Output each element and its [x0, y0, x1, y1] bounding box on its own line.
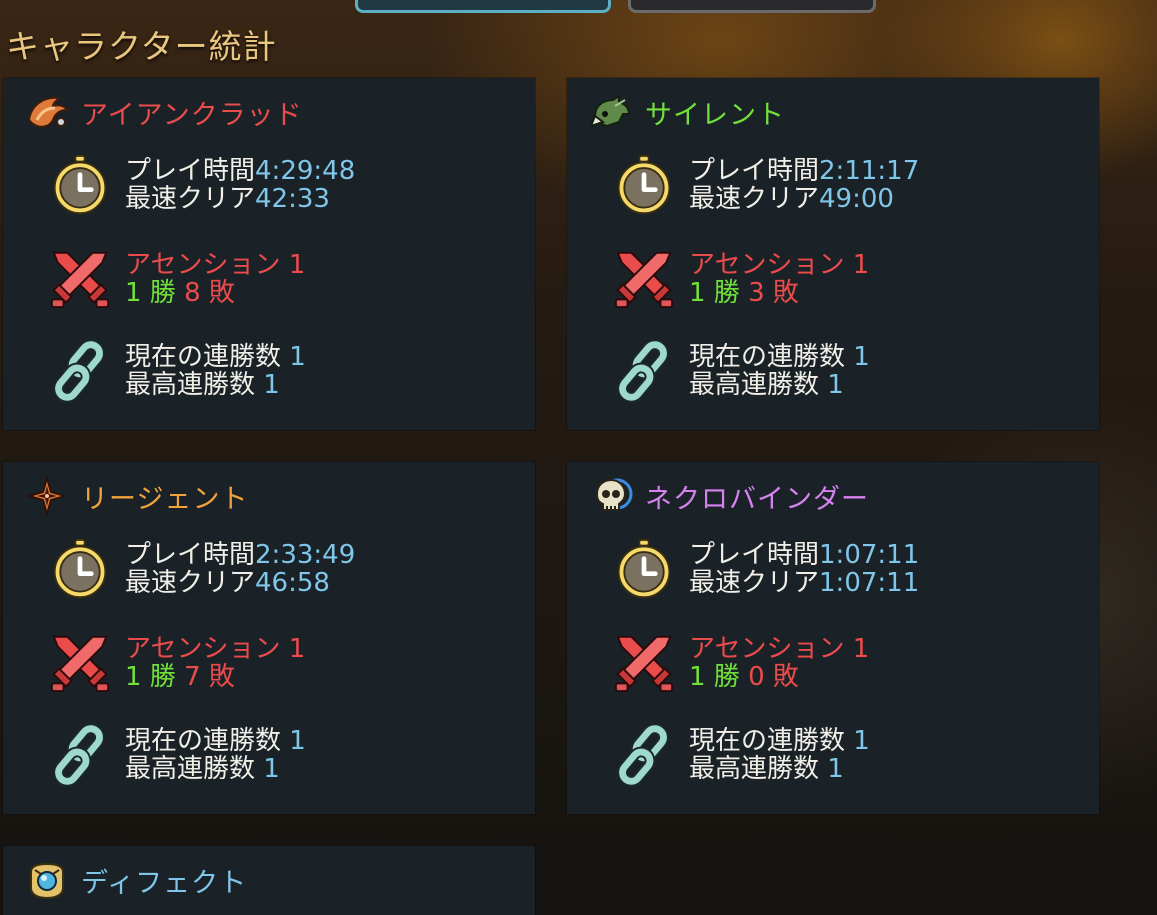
fastest-clear-value: 42:33: [255, 184, 330, 214]
page-title: キャラクター統計: [6, 27, 277, 66]
play-time-label: プレイ時間: [689, 156, 820, 186]
character-card-ironclad: アイアンクラッド プレイ時間4:29:48 最速クリア42:33 アセンション …: [3, 78, 535, 430]
play-time-label: プレイ時間: [125, 540, 256, 570]
crossed-swords-icon: [47, 630, 113, 696]
playtime-stat: プレイ時間1:07:11 最速クリア1:07:11: [611, 536, 919, 602]
ascension-stat: アセンション 1 1 勝 0 敗: [611, 630, 869, 696]
play-time-value: 2:33:49: [255, 540, 356, 570]
fastest-clear-label: 最速クリア: [125, 184, 256, 214]
chain-icon: [611, 338, 677, 404]
current-streak-value: 1: [289, 726, 306, 756]
defect-icon: [25, 860, 69, 900]
clock-icon: [611, 152, 677, 218]
chain-icon: [611, 722, 677, 788]
top-tab[interactable]: [628, 0, 876, 13]
best-streak-value: 1: [827, 370, 844, 400]
losses-count: 0 敗: [748, 662, 799, 692]
fastest-clear-value: 49:00: [819, 184, 894, 214]
current-streak-value: 1: [853, 342, 870, 372]
best-streak-value: 1: [263, 370, 280, 400]
fastest-clear-label: 最速クリア: [125, 568, 256, 598]
wins-count: 1 勝: [125, 278, 176, 308]
streak-stat: 現在の連勝数 1 最高連勝数 1: [611, 338, 870, 404]
character-name: ディフェクト: [81, 867, 248, 899]
ironclad-icon: [25, 92, 69, 132]
card-header: アイアンクラッド: [25, 92, 303, 132]
play-time-value: 4:29:48: [255, 156, 356, 186]
best-streak-value: 1: [827, 754, 844, 784]
fastest-clear-label: 最速クリア: [689, 184, 820, 214]
streak-stat: 現在の連勝数 1 最高連勝数 1: [47, 338, 306, 404]
losses-count: 3 敗: [748, 278, 799, 308]
streak-stat: 現在の連勝数 1 最高連勝数 1: [611, 722, 870, 788]
play-time-value: 2:11:17: [819, 156, 920, 186]
ascension-stat: アセンション 1 1 勝 7 敗: [47, 630, 305, 696]
regent-icon: [25, 476, 69, 516]
fastest-clear-value: 46:58: [255, 568, 330, 598]
play-time-value: 1:07:11: [819, 540, 920, 570]
crossed-swords-icon: [611, 630, 677, 696]
ascension-level: アセンション 1: [689, 634, 870, 664]
card-header: リージェント: [25, 476, 248, 516]
play-time-label: プレイ時間: [689, 540, 820, 570]
clock-icon: [611, 536, 677, 602]
current-streak-label: 現在の連勝数: [689, 342, 846, 372]
fastest-clear-label: 最速クリア: [689, 568, 820, 598]
character-card-regent: リージェント プレイ時間2:33:49 最速クリア46:58 アセンション 1 …: [3, 462, 535, 814]
best-streak-label: 最高連勝数: [125, 754, 256, 784]
chain-icon: [47, 722, 113, 788]
chain-icon: [47, 338, 113, 404]
character-name: ネクロバインダー: [645, 483, 869, 515]
best-streak-label: 最高連勝数: [125, 370, 256, 400]
ascension-level: アセンション 1: [125, 634, 306, 664]
character-card-silent: サイレント プレイ時間2:11:17 最速クリア49:00 アセンション 1 1…: [567, 78, 1099, 430]
ascension-level: アセンション 1: [125, 250, 306, 280]
clock-icon: [47, 152, 113, 218]
current-streak-label: 現在の連勝数: [125, 726, 282, 756]
silent-icon: [589, 92, 633, 132]
card-header: ディフェクト: [25, 860, 247, 900]
fastest-clear-value: 1:07:11: [819, 568, 920, 598]
crossed-swords-icon: [47, 246, 113, 312]
ascension-stat: アセンション 1 1 勝 3 敗: [611, 246, 869, 312]
character-name: アイアンクラッド: [81, 99, 303, 131]
current-streak-label: 現在の連勝数: [689, 726, 846, 756]
streak-stat: 現在の連勝数 1 最高連勝数 1: [47, 722, 306, 788]
playtime-stat: プレイ時間2:11:17 最速クリア49:00: [611, 152, 919, 218]
wins-count: 1 勝: [689, 278, 740, 308]
card-header: サイレント: [589, 92, 785, 132]
ascension-stat: アセンション 1 1 勝 8 敗: [47, 246, 305, 312]
best-streak-value: 1: [263, 754, 280, 784]
playtime-stat: プレイ時間2:33:49 最速クリア46:58: [47, 536, 355, 602]
character-name: リージェント: [81, 483, 249, 515]
card-header: ネクロバインダー: [589, 476, 869, 516]
current-streak-value: 1: [289, 342, 306, 372]
wins-count: 1 勝: [689, 662, 740, 692]
wins-count: 1 勝: [125, 662, 176, 692]
current-streak-value: 1: [853, 726, 870, 756]
current-streak-label: 現在の連勝数: [125, 342, 282, 372]
best-streak-label: 最高連勝数: [689, 754, 820, 784]
character-name: サイレント: [645, 99, 785, 131]
clock-icon: [47, 536, 113, 602]
top-tab-active[interactable]: [355, 0, 611, 13]
play-time-label: プレイ時間: [125, 156, 256, 186]
necrobinder-icon: [589, 476, 633, 516]
character-card-defect: ディフェクト: [3, 846, 535, 915]
losses-count: 8 敗: [184, 278, 235, 308]
crossed-swords-icon: [611, 246, 677, 312]
best-streak-label: 最高連勝数: [689, 370, 820, 400]
playtime-stat: プレイ時間4:29:48 最速クリア42:33: [47, 152, 355, 218]
ascension-level: アセンション 1: [689, 250, 870, 280]
losses-count: 7 敗: [184, 662, 235, 692]
character-card-necrobinder: ネクロバインダー プレイ時間1:07:11 最速クリア1:07:11 アセンショ…: [567, 462, 1099, 814]
